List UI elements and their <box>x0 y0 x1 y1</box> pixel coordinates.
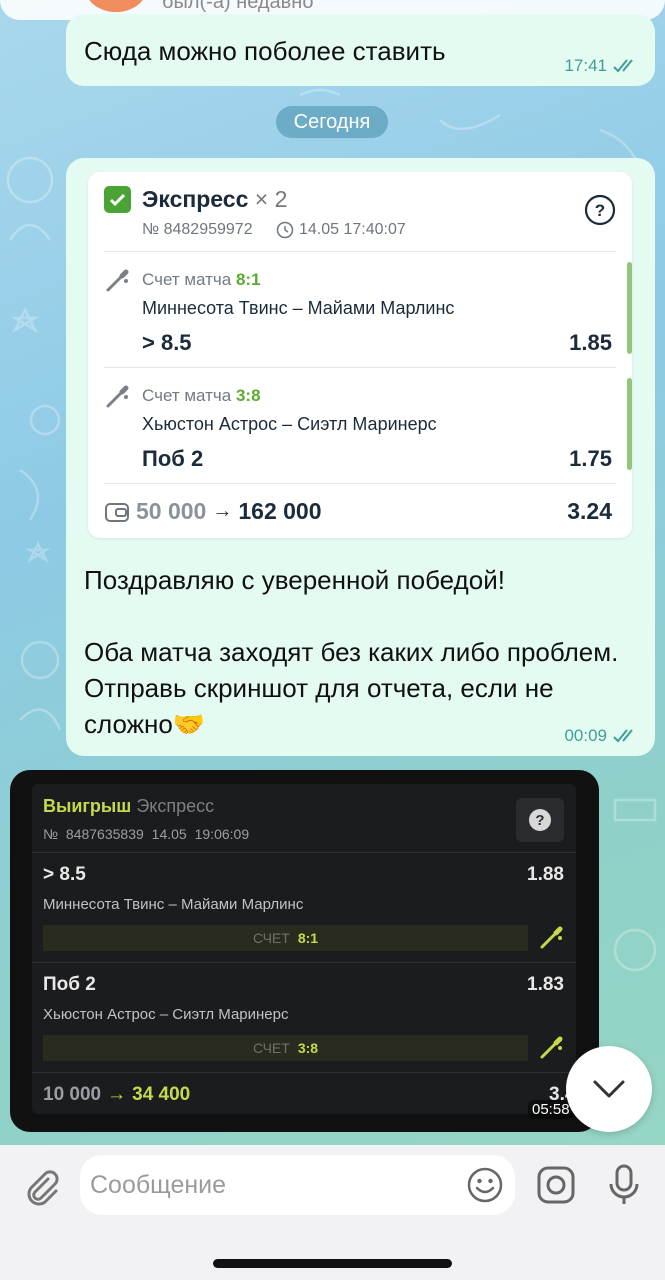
message-field[interactable] <box>80 1155 515 1215</box>
win-slip: Выигрыш Экспресс № 8487635839 14.05 19:0… <box>32 784 586 1114</box>
message-time: 17:41 <box>564 56 639 76</box>
bet-leg: Счет матча 8:1 Миннесота Твинс – Майами … <box>88 262 632 366</box>
message-time-value: 00:09 <box>564 726 607 745</box>
message-line: Оба матча заходят без каких либо проблем… <box>84 637 619 739</box>
scroll-down-button[interactable] <box>566 1046 652 1132</box>
win-indicator <box>627 378 632 470</box>
emoji-icon[interactable] <box>467 1167 503 1203</box>
clock-icon <box>276 221 294 239</box>
message-bubble[interactable]: Сюда можно поболее ставить 17:41 <box>66 14 655 86</box>
bet-multiplier: × 2 <box>254 186 288 212</box>
match-teams: Хьюстон Астрос – Сиэтл Маринерс <box>43 1006 289 1023</box>
screenshot-image[interactable]: Выигрыш Экспресс № 8487635839 14.05 19:0… <box>10 770 599 1132</box>
bet-leg: Счет матча 3:8 Хьюстон Астрос – Сиэтл Ма… <box>88 378 632 482</box>
divider <box>32 962 576 963</box>
bet-slip-card[interactable]: Экспресс × 2 № 8482959972 14.05 17:40:07… <box>88 172 632 538</box>
bet-type: Экспресс <box>142 186 249 212</box>
bet-odd: 1.75 <box>569 446 612 471</box>
match-score: Счет матча 8:1 <box>142 270 261 289</box>
bet-datetime: 14.05 17:40:07 <box>276 221 406 239</box>
chevron-down-icon <box>593 1080 625 1098</box>
baseball-bat-icon <box>106 269 129 292</box>
bet-datetime-value: 14.05 17:40:07 <box>299 221 406 238</box>
baseball-bat-icon <box>540 926 563 949</box>
svg-text:?: ? <box>535 812 544 829</box>
bet-outcome: Поб 2 <box>142 446 204 471</box>
win-indicator <box>627 262 632 354</box>
baseball-bat-icon <box>540 1036 563 1059</box>
match-score: СЧЕТ 3:8 <box>43 1035 528 1061</box>
bet-number: № 8482959972 <box>142 221 253 238</box>
divider <box>104 251 616 252</box>
message-text: Поздравляю с уверенной победой! Оба матч… <box>84 562 644 742</box>
wallet-icon <box>105 502 129 522</box>
bet-type-title: Экспресс × 2 <box>142 186 287 213</box>
microphone-icon[interactable] <box>606 1163 642 1207</box>
svg-text:?: ? <box>595 201 605 220</box>
win-title: Выигрыш Экспресс <box>43 796 214 817</box>
double-check-icon <box>613 59 633 73</box>
arrow-icon: → <box>107 1084 127 1105</box>
bet-type: Экспресс <box>136 796 215 816</box>
message-input-bar <box>0 1145 665 1280</box>
match-teams: Миннесота Твинс – Майами Марлинс <box>142 298 455 318</box>
match-teams: Миннесота Твинс – Майами Марлинс <box>43 896 304 913</box>
stake-amount: 50 000 <box>136 498 207 524</box>
contact-status: был(-а) недавно <box>162 0 314 13</box>
checkbox-icon <box>104 186 131 213</box>
divider <box>104 483 616 484</box>
stake-amount: 10 000 <box>43 1084 102 1105</box>
divider <box>104 367 616 368</box>
total-odd: 3.24 <box>567 498 612 524</box>
stake-row: 50 000 → 162 000 <box>104 498 322 525</box>
home-indicator[interactable] <box>213 1259 452 1268</box>
arrow-icon: → <box>212 500 233 522</box>
message-input[interactable] <box>90 1155 460 1215</box>
win-label: Выигрыш <box>43 796 132 816</box>
paperclip-icon[interactable] <box>20 1165 60 1209</box>
bet-outcome: > 8.5 <box>142 330 192 355</box>
message-time-value: 17:41 <box>564 56 607 75</box>
divider <box>32 1072 576 1073</box>
message-line: Поздравляю с уверенной победой! <box>84 565 505 595</box>
bet-number: № 8487635839 14.05 19:06:09 <box>43 826 250 842</box>
payout-amount: 162 000 <box>238 498 322 524</box>
question-icon[interactable]: ? <box>584 194 616 226</box>
match-score: Счет матча 3:8 <box>142 386 261 405</box>
message-text: Сюда можно поболее ставить <box>84 36 446 66</box>
bet-odd: 1.83 <box>527 974 564 995</box>
bet-odd: 1.88 <box>527 864 564 885</box>
message-bubble[interactable]: Экспресс × 2 № 8482959972 14.05 17:40:07… <box>66 158 655 756</box>
match-score: СЧЕТ 8:1 <box>43 925 528 951</box>
bet-odd: 1.85 <box>569 330 612 355</box>
date-separator: Сегодня <box>276 106 388 138</box>
question-icon[interactable]: ? <box>516 798 564 842</box>
bet-outcome: Поб 2 <box>43 974 96 995</box>
message-time: 00:09 <box>564 726 639 746</box>
stake-row: 10 000 → 34 400 <box>43 1084 190 1106</box>
camera-icon[interactable] <box>536 1165 576 1205</box>
double-check-icon <box>613 729 633 743</box>
baseball-bat-icon <box>106 385 129 408</box>
match-teams: Хьюстон Астрос – Сиэтл Маринерс <box>142 414 437 434</box>
payout-amount: 34 400 <box>132 1084 191 1105</box>
bet-outcome: > 8.5 <box>43 864 86 885</box>
avatar[interactable] <box>86 0 146 12</box>
message-time: 05:58 <box>528 1100 574 1119</box>
divider <box>32 852 576 853</box>
